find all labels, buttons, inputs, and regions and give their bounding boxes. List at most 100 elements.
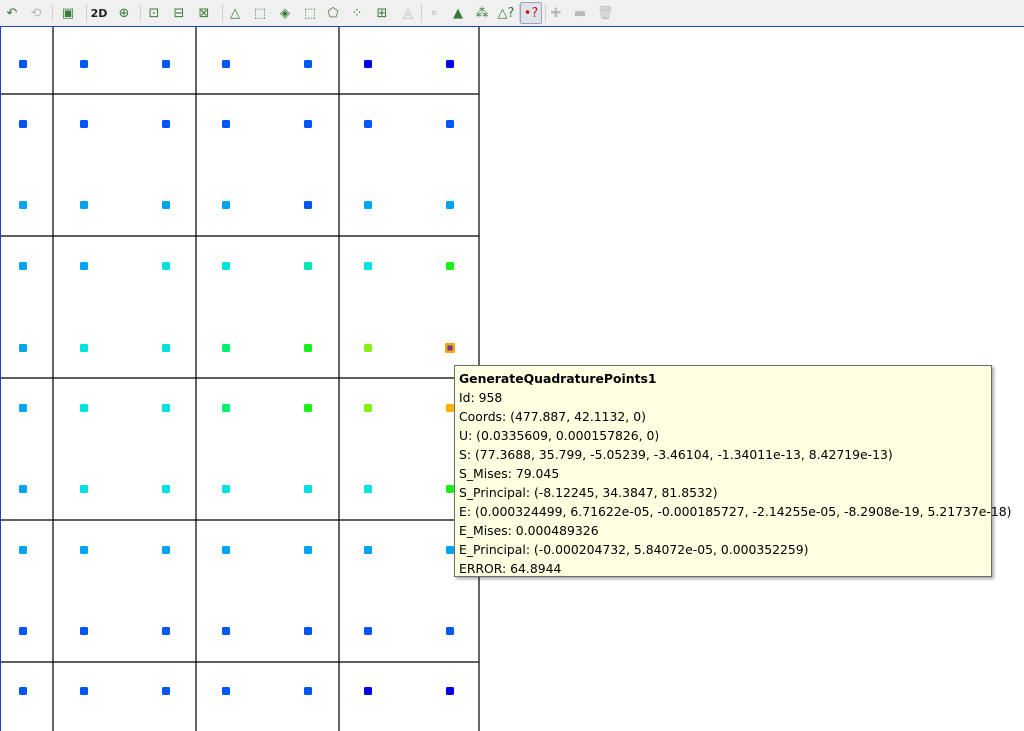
quadrature-point[interactable] xyxy=(19,627,27,635)
quadrature-point[interactable] xyxy=(19,60,27,68)
quadrature-point[interactable] xyxy=(162,627,170,635)
quadrature-point[interactable] xyxy=(446,120,454,128)
toolbar-separator xyxy=(140,4,141,22)
quadrature-point[interactable] xyxy=(162,262,170,270)
quadrature-point[interactable] xyxy=(364,201,372,209)
quadrature-point[interactable] xyxy=(446,687,454,695)
quadrature-point[interactable] xyxy=(222,627,230,635)
select-points-surface-icon[interactable]: ⬚ xyxy=(249,2,271,24)
quadrature-point[interactable] xyxy=(162,120,170,128)
tooltip-line-e-principal: E_Principal: (-0.000204732, 5.84072e-05,… xyxy=(459,542,809,557)
quadrature-point[interactable] xyxy=(19,120,27,128)
screenshot-icon[interactable]: ▣ xyxy=(57,2,79,24)
quadrature-point[interactable] xyxy=(304,485,312,493)
quadrature-point[interactable] xyxy=(80,404,88,412)
select-points-frustum-icon[interactable]: ⬚ xyxy=(299,2,321,24)
quadrature-point[interactable] xyxy=(80,485,88,493)
quadrature-point[interactable] xyxy=(304,262,312,270)
tooltip-line-e-mises: E_Mises: 0.000489326 xyxy=(459,523,599,538)
reset-camera-icon[interactable]: ↶ xyxy=(1,2,23,24)
quadrature-point[interactable] xyxy=(162,546,170,554)
quadrature-point[interactable] xyxy=(446,60,454,68)
quadrature-point[interactable] xyxy=(364,404,372,412)
points-query-icon[interactable]: •? xyxy=(520,2,542,24)
quadrature-point[interactable] xyxy=(80,627,88,635)
quadrature-point[interactable] xyxy=(364,546,372,554)
quadrature-point[interactable] xyxy=(222,546,230,554)
quadrature-point[interactable] xyxy=(222,201,230,209)
quadrature-point[interactable] xyxy=(19,404,27,412)
quadrature-point[interactable] xyxy=(19,687,27,695)
quadrature-point[interactable] xyxy=(304,60,312,68)
shrink-selection-icon[interactable]: ⁂ xyxy=(471,2,493,24)
quadrature-point[interactable] xyxy=(304,546,312,554)
quadrature-point[interactable] xyxy=(80,262,88,270)
quadrature-point[interactable] xyxy=(364,687,372,695)
quadrature-point[interactable] xyxy=(304,687,312,695)
quadrature-point[interactable] xyxy=(162,344,170,352)
quadrature-point[interactable] xyxy=(19,344,27,352)
interactive-select-cells-icon[interactable]: ⊞ xyxy=(371,2,393,24)
minus-icon: ▬ xyxy=(573,5,587,21)
quadrature-point[interactable] xyxy=(19,262,27,270)
quadrature-point[interactable] xyxy=(222,262,230,270)
quadrature-point[interactable] xyxy=(446,201,454,209)
quadrature-point[interactable] xyxy=(222,687,230,695)
grow-selection-icon[interactable]: ▲ xyxy=(447,2,469,24)
quadrature-point[interactable] xyxy=(19,546,27,554)
quadrature-point[interactable] xyxy=(304,404,312,412)
quadrature-point[interactable] xyxy=(19,485,27,493)
quadrature-point[interactable] xyxy=(364,485,372,493)
select-cells-surface-icon[interactable]: △ xyxy=(224,2,246,24)
quadrature-point[interactable] xyxy=(364,262,372,270)
select-block-icon[interactable]: ⊠ xyxy=(193,2,215,24)
quadrature-point[interactable] xyxy=(304,627,312,635)
quadrature-point[interactable] xyxy=(162,404,170,412)
toolbar: ↶ ⟲ ▣ 2D ⊕ ⊡ ⊟ ⊠ △ ⬚ ◈ ⬚ ⬠ ⁘ ⊞ ◬ ∘ ▲ ⁂ △? •? ✚ ▬ 🗑 xyxy=(0,0,1024,27)
toolbar-separator xyxy=(222,4,223,22)
select-polygon-cells-icon[interactable]: ⬠ xyxy=(322,2,344,24)
trash-icon: 🗑 xyxy=(596,5,614,21)
quadrature-point[interactable] xyxy=(162,687,170,695)
quadrature-point[interactable] xyxy=(364,344,372,352)
quadrature-point[interactable] xyxy=(80,120,88,128)
select-frustum-icon[interactable]: ◈ xyxy=(274,2,296,24)
quadrature-point[interactable] xyxy=(446,627,454,635)
quadrature-point[interactable] xyxy=(222,344,230,352)
hover-points-icon: ∘ xyxy=(429,5,439,21)
quadrature-point[interactable] xyxy=(162,60,170,68)
quadrature-point[interactable] xyxy=(80,687,88,695)
cells-query-icon[interactable]: △? xyxy=(495,2,517,24)
hover-cells-icon: ◬ xyxy=(403,5,413,21)
quadrature-point[interactable] xyxy=(19,201,27,209)
quadrature-point[interactable] xyxy=(304,120,312,128)
quadrature-point[interactable] xyxy=(446,404,454,412)
selected-quadrature-point-core xyxy=(447,345,453,351)
quadrature-point[interactable] xyxy=(222,120,230,128)
mode-2d-icon[interactable]: 2D xyxy=(88,2,110,24)
quadrature-point[interactable] xyxy=(80,60,88,68)
quadrature-point[interactable] xyxy=(304,201,312,209)
select-points-icon[interactable]: ⊡ xyxy=(143,2,165,24)
quadrature-point[interactable] xyxy=(80,344,88,352)
tooltip-line-u: U: (0.0335609, 0.000157826, 0) xyxy=(459,428,660,443)
quadrature-point[interactable] xyxy=(162,201,170,209)
quadrature-point[interactable] xyxy=(364,627,372,635)
quadrature-point[interactable] xyxy=(222,485,230,493)
quadrature-point[interactable] xyxy=(162,485,170,493)
toolbar-separator xyxy=(545,4,546,22)
quadrature-point[interactable] xyxy=(446,485,454,493)
quadrature-point[interactable] xyxy=(80,546,88,554)
select-polygon-points-icon[interactable]: ⁘ xyxy=(346,2,368,24)
quadrature-point[interactable] xyxy=(222,60,230,68)
quadrature-point[interactable] xyxy=(364,60,372,68)
select-cells-icon[interactable]: ⊟ xyxy=(168,2,190,24)
quadrature-point[interactable] xyxy=(222,404,230,412)
quadrature-point[interactable] xyxy=(80,201,88,209)
quadrature-point[interactable] xyxy=(446,262,454,270)
quadrature-point[interactable] xyxy=(446,546,454,554)
quadrature-point[interactable] xyxy=(304,344,312,352)
quadrature-point[interactable] xyxy=(364,120,372,128)
zoom-box-icon[interactable]: ⊕ xyxy=(113,2,135,24)
tooltip-line-s-principal: S_Principal: (-8.12245, 34.3847, 81.8532… xyxy=(459,485,718,500)
